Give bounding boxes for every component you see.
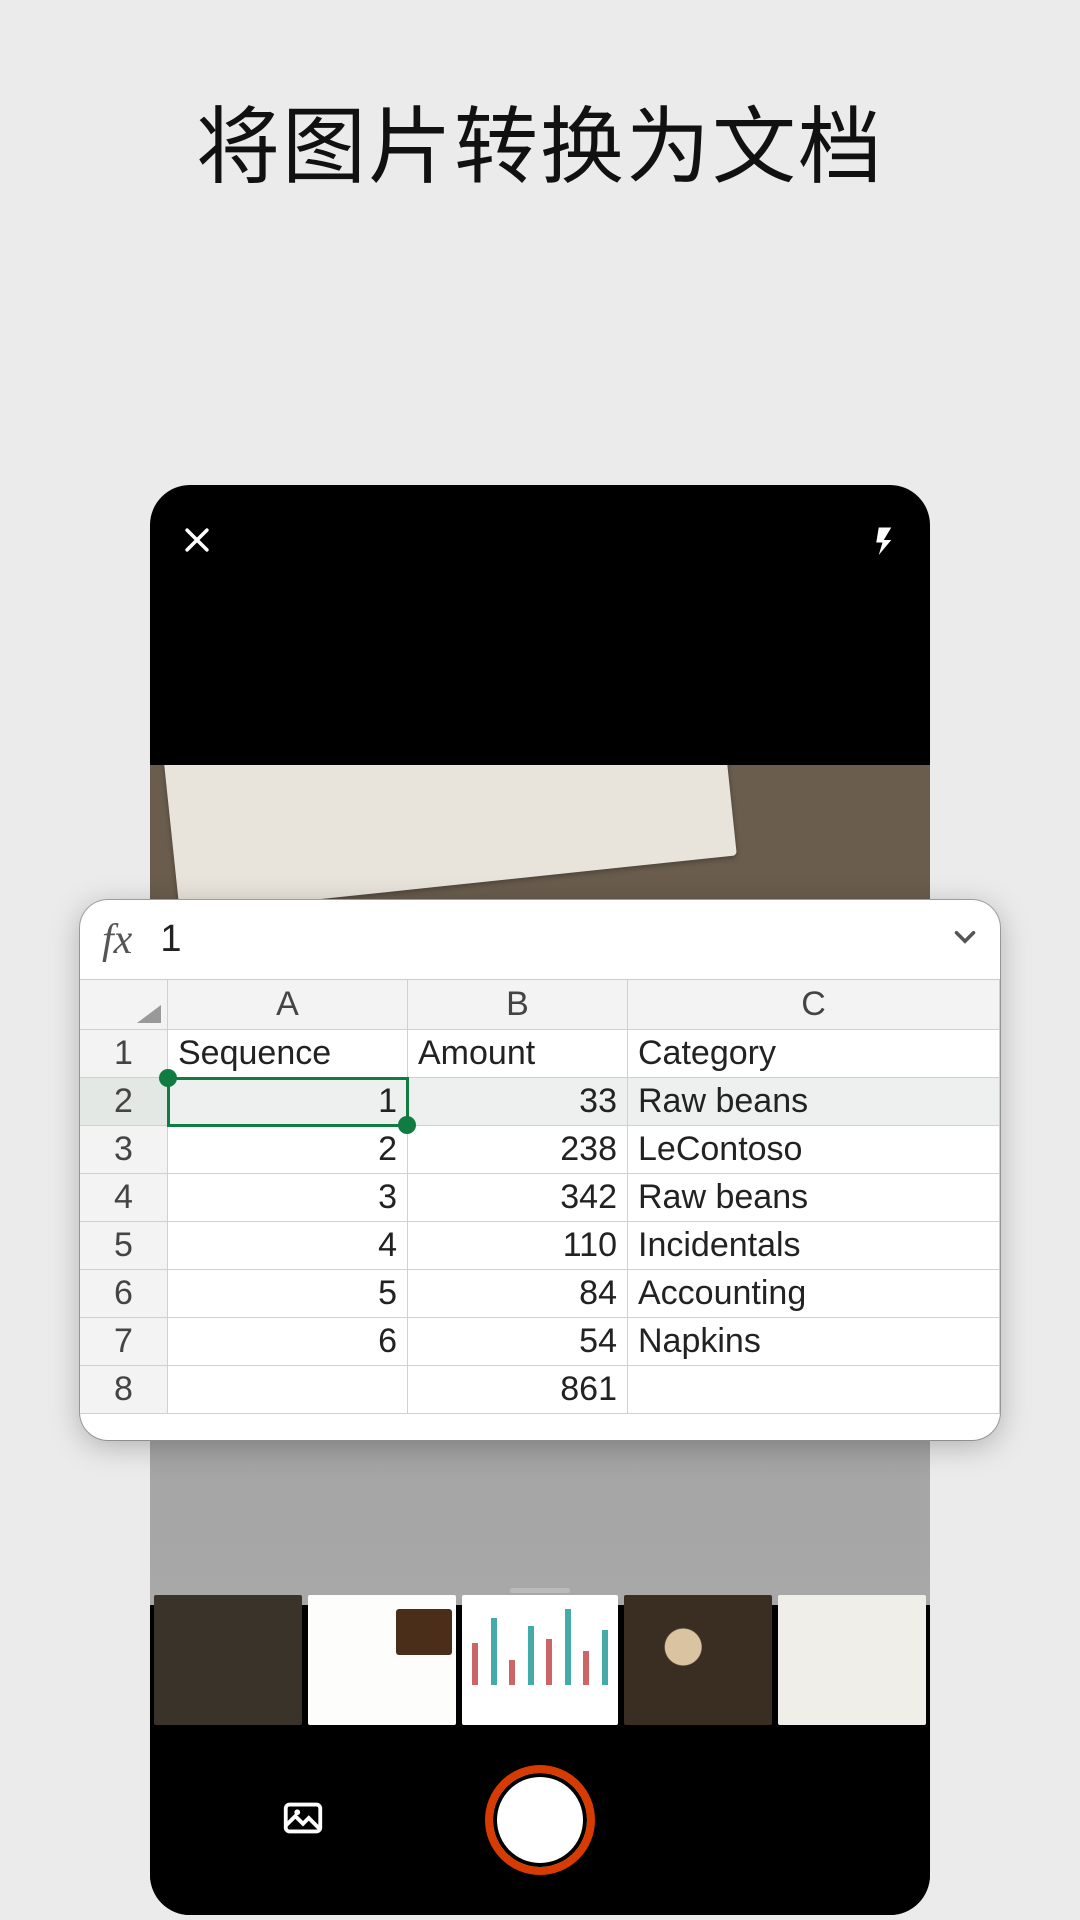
- selection-handle-icon[interactable]: [159, 1069, 177, 1087]
- cell[interactable]: 5: [168, 1270, 408, 1318]
- cell[interactable]: 342: [408, 1174, 628, 1222]
- cell[interactable]: [628, 1366, 1000, 1414]
- cell[interactable]: 54: [408, 1318, 628, 1366]
- page-title: 将图片转换为文档: [0, 0, 1080, 201]
- cell[interactable]: LeContoso: [628, 1126, 1000, 1174]
- cell[interactable]: 84: [408, 1270, 628, 1318]
- cell[interactable]: Raw beans: [628, 1078, 1000, 1126]
- cell-value: 1: [378, 1082, 397, 1121]
- row-header[interactable]: 7: [80, 1318, 168, 1366]
- camera-topbar: [150, 485, 930, 595]
- thumbnail-item[interactable]: [624, 1595, 772, 1725]
- row-header[interactable]: 6: [80, 1270, 168, 1318]
- thumbnail-item[interactable]: [308, 1595, 456, 1725]
- cell[interactable]: 4: [168, 1222, 408, 1270]
- row-header[interactable]: 3: [80, 1126, 168, 1174]
- thumbnail-item[interactable]: [778, 1595, 926, 1725]
- cell[interactable]: Amount: [408, 1030, 628, 1078]
- cell[interactable]: Napkins: [628, 1318, 1000, 1366]
- select-all-corner[interactable]: [80, 980, 168, 1030]
- row-header[interactable]: 1: [80, 1030, 168, 1078]
- formula-input[interactable]: 1: [160, 918, 948, 961]
- formula-bar: fx 1: [80, 900, 1000, 980]
- cell[interactable]: Incidentals: [628, 1222, 1000, 1270]
- cell[interactable]: 6: [168, 1318, 408, 1366]
- row-header[interactable]: 4: [80, 1174, 168, 1222]
- cell[interactable]: 110: [408, 1222, 628, 1270]
- column-header[interactable]: A: [168, 980, 408, 1030]
- spreadsheet-overlay: fx 1 A B C 1 Sequence Amount Category 2 …: [80, 900, 1000, 1440]
- cell[interactable]: 861: [408, 1366, 628, 1414]
- scanned-page-preview: [163, 765, 737, 914]
- close-icon[interactable]: [180, 523, 214, 557]
- gallery-icon[interactable]: [280, 1795, 326, 1846]
- column-header[interactable]: C: [628, 980, 1000, 1030]
- cell[interactable]: 3: [168, 1174, 408, 1222]
- row-header[interactable]: 8: [80, 1366, 168, 1414]
- chevron-down-icon[interactable]: [948, 920, 982, 959]
- cell[interactable]: Accounting: [628, 1270, 1000, 1318]
- cell[interactable]: Raw beans: [628, 1174, 1000, 1222]
- row-header[interactable]: 5: [80, 1222, 168, 1270]
- thumbnail-strip: [150, 1595, 930, 1725]
- cell[interactable]: Category: [628, 1030, 1000, 1078]
- cell[interactable]: [168, 1366, 408, 1414]
- selection-handle-icon[interactable]: [398, 1116, 416, 1134]
- drag-handle-icon[interactable]: [510, 1588, 570, 1593]
- cell[interactable]: 33: [408, 1078, 628, 1126]
- row-header[interactable]: 2: [80, 1078, 168, 1126]
- cell[interactable]: Sequence: [168, 1030, 408, 1078]
- cell[interactable]: 238: [408, 1126, 628, 1174]
- fx-label: fx: [102, 916, 132, 964]
- column-header[interactable]: B: [408, 980, 628, 1030]
- capture-bar: [150, 1725, 930, 1915]
- cell-selected[interactable]: 1: [168, 1078, 408, 1126]
- thumbnail-item[interactable]: [154, 1595, 302, 1725]
- spreadsheet-grid[interactable]: A B C 1 Sequence Amount Category 2 1 33 …: [80, 980, 1000, 1414]
- shutter-button[interactable]: [485, 1765, 595, 1875]
- thumbnail-item[interactable]: [462, 1595, 618, 1725]
- cell[interactable]: 2: [168, 1126, 408, 1174]
- flash-icon[interactable]: [870, 520, 900, 560]
